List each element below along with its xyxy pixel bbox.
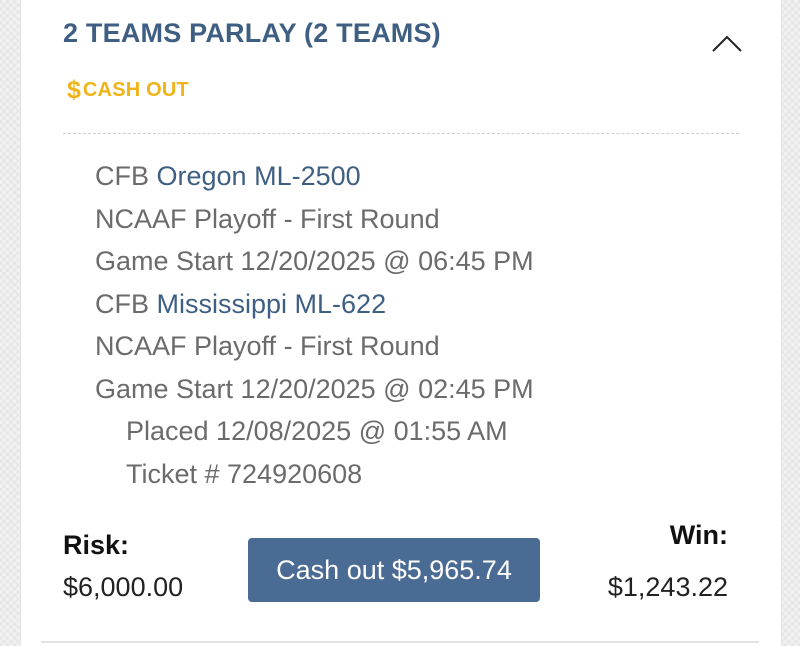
leg-2-event: NCAAF Playoff - First Round — [95, 331, 440, 361]
ticket-number: Ticket # 724920608 — [126, 458, 363, 489]
leg-2-game-start: Game Start 12/20/2025 @ 02:45 PM — [95, 373, 534, 404]
bottom-divider — [41, 641, 759, 643]
risk-value: $6,000.00 — [63, 572, 184, 602]
chevron-up-icon — [712, 35, 742, 52]
bet-details: CFB Oregon ML-2500 NCAAF Playoff - First… — [95, 155, 534, 495]
leg-1-selection: CFB Oregon ML-2500 — [95, 155, 534, 198]
bet-title: 2 TEAMS PARLAY (2 TEAMS) — [63, 18, 441, 48]
leg-1-pick: Oregon ML-2500 — [156, 161, 361, 191]
leg-1-game-start: Game Start 12/20/2025 @ 06:45 PM — [95, 246, 534, 276]
cashout-tag-label: CASH OUT — [82, 79, 189, 101]
leg-2-pick: Mississippi ML-622 — [156, 288, 387, 319]
placed-date: Placed 12/08/2025 @ 01:55 AM — [126, 416, 508, 446]
collapse-toggle[interactable] — [707, 28, 747, 58]
cashout-button[interactable]: Cash out $5,965.74 — [248, 538, 540, 602]
win-value: $1,243.22 — [607, 572, 728, 602]
leg-1-league: CFB — [95, 161, 149, 191]
dollar-icon: $ — [67, 76, 81, 104]
leg-2-league: CFB — [95, 288, 149, 319]
win-label: Win: — [669, 520, 728, 550]
leg-1-event: NCAAF Playoff - First Round — [95, 203, 440, 234]
risk-label: Risk: — [63, 530, 130, 560]
bet-card: 2 TEAMS PARLAY (2 TEAMS) $ CASH OUT CFB … — [20, 0, 782, 646]
dashed-divider — [63, 133, 739, 134]
cashout-tag[interactable]: $ CASH OUT — [67, 78, 189, 103]
leg-2-selection: CFB Mississippi ML-622 — [95, 283, 534, 326]
